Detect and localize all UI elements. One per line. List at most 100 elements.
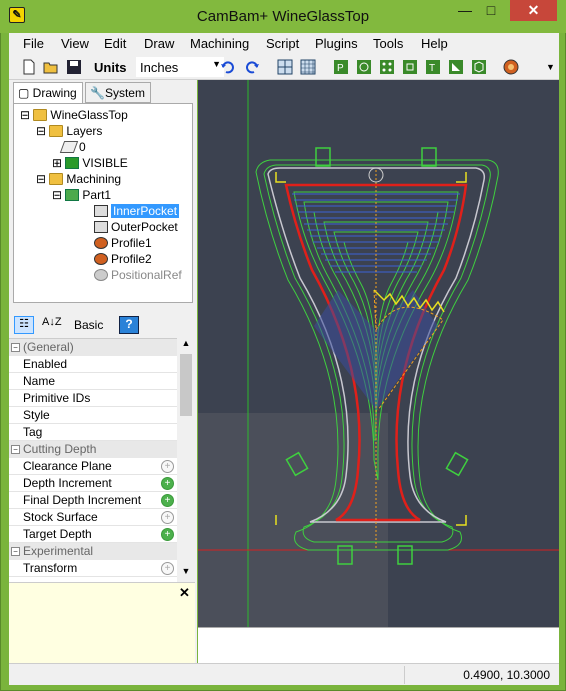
tab-drawing[interactable]: ▢ Drawing: [13, 82, 83, 104]
default-value-icon[interactable]: +: [161, 511, 174, 524]
property-grid: − (General) Enabled Name Primitive IDs St…: [9, 338, 195, 582]
menu-plugins[interactable]: Plugins: [315, 36, 358, 51]
sort-alpha-icon[interactable]: A↓Z: [42, 316, 62, 328]
tree-item-innerpocket[interactable]: InnerPocket: [94, 204, 180, 220]
menu-machining[interactable]: Machining: [190, 36, 249, 51]
prop-target-depth[interactable]: Target Depth +: [9, 526, 179, 543]
basic-button[interactable]: Basic: [74, 318, 103, 332]
cursor-coordinates: 0.4900, 10.3000: [404, 666, 554, 684]
drawing-tree: ⊟ WineGlassTop ⊟ Layers 0 ⊞ VISIBLE ⊟ Ma…: [13, 103, 193, 303]
minimize-button[interactable]: —: [452, 0, 478, 21]
property-help-box: ✕: [9, 582, 195, 663]
tree-item-layer-visible[interactable]: ⊞ VISIBLE: [52, 156, 128, 172]
close-help-icon[interactable]: ✕: [179, 585, 190, 601]
maximize-button[interactable]: □: [478, 0, 504, 21]
units-label: Units: [94, 60, 127, 75]
prop-tag[interactable]: Tag: [9, 424, 179, 441]
help-icon[interactable]: ?: [119, 316, 139, 334]
menu-draw[interactable]: Draw: [144, 36, 174, 51]
tree-item-part1[interactable]: ⊟ Part1: [52, 188, 111, 204]
collapse-icon[interactable]: ⊟: [52, 188, 62, 202]
snap-grid-icon[interactable]: [277, 59, 293, 75]
pocket-icon: [94, 221, 108, 233]
scroll-down-icon[interactable]: ▼: [178, 566, 194, 580]
grid-icon[interactable]: [300, 59, 316, 75]
collapse-icon[interactable]: ⊟: [36, 124, 46, 138]
3d-op-icon[interactable]: [471, 59, 487, 75]
open-folder-icon[interactable]: [43, 59, 59, 75]
prop-stock-surface[interactable]: Stock Surface +: [9, 509, 179, 526]
menu-script[interactable]: Script: [266, 36, 299, 51]
scroll-up-icon[interactable]: ▲: [178, 338, 194, 352]
prop-depth-increment[interactable]: Depth Increment +: [9, 475, 179, 492]
default-value-icon[interactable]: +: [161, 460, 174, 473]
collapse-icon[interactable]: ⊟: [36, 172, 46, 186]
value-set-icon[interactable]: +: [161, 477, 174, 490]
part-icon: [65, 189, 80, 201]
menu-view[interactable]: View: [61, 36, 89, 51]
menu-file[interactable]: File: [23, 36, 44, 51]
save-icon[interactable]: [66, 59, 82, 75]
collapse-icon[interactable]: ⊟: [20, 108, 30, 122]
cam-drawing[interactable]: [198, 80, 559, 627]
prop-clearance-plane[interactable]: Clearance Plane +: [9, 458, 179, 475]
category-general[interactable]: − (General): [9, 339, 179, 356]
menu-tools[interactable]: Tools: [373, 36, 403, 51]
drill-op-icon[interactable]: [379, 59, 395, 75]
folder-icon: [33, 109, 48, 121]
tab-system[interactable]: 🔧System: [85, 82, 151, 103]
tree-item-root[interactable]: ⊟ WineGlassTop: [20, 108, 128, 124]
tree-item-layer-0[interactable]: 0: [59, 140, 86, 156]
property-scrollbar[interactable]: ▲ ▼: [177, 338, 195, 582]
profile-icon: [94, 237, 108, 249]
svg-text:P: P: [337, 63, 344, 74]
collapse-icon[interactable]: −: [11, 547, 20, 556]
toolbar-overflow-icon[interactable]: ▼: [546, 62, 555, 72]
prop-name[interactable]: Name: [9, 373, 179, 390]
prop-transform[interactable]: Transform +: [9, 560, 179, 577]
profile-icon: [94, 253, 108, 265]
default-value-icon[interactable]: +: [161, 562, 174, 575]
tree-item-layers[interactable]: ⊟ Layers: [36, 124, 102, 140]
profile-op-icon[interactable]: P: [333, 59, 349, 75]
message-log: [198, 627, 559, 663]
units-select[interactable]: Inches ▼: [136, 57, 224, 77]
collapse-icon[interactable]: −: [11, 343, 20, 352]
prop-style[interactable]: Style: [9, 407, 179, 424]
tree-item-positionalref[interactable]: PositionalRef: [94, 268, 182, 284]
menu-edit[interactable]: Edit: [104, 36, 126, 51]
layer-icon: [59, 141, 79, 153]
folder-icon: [49, 173, 64, 185]
title-bar[interactable]: ✎ CamBam+ WineGlassTop — □ ✕: [0, 0, 566, 33]
value-set-icon[interactable]: +: [161, 494, 174, 507]
redo-icon[interactable]: [244, 59, 260, 75]
prop-primitive-ids[interactable]: Primitive IDs: [9, 390, 179, 407]
menu-help[interactable]: Help: [421, 36, 448, 51]
pocket-op-icon[interactable]: [356, 59, 372, 75]
prop-enabled[interactable]: Enabled: [9, 356, 179, 373]
undo-icon[interactable]: [220, 59, 236, 75]
pocket-icon: [94, 205, 108, 217]
tree-item-machining[interactable]: ⊟ Machining: [36, 172, 121, 188]
collapse-icon[interactable]: −: [11, 445, 20, 454]
lathe-op-icon[interactable]: [448, 59, 464, 75]
tree-item-profile2[interactable]: Profile2: [94, 252, 152, 268]
close-button[interactable]: ✕: [510, 0, 557, 21]
drawing-tab-icon: ▢: [18, 86, 33, 100]
category-cutting-depth[interactable]: − Cutting Depth: [9, 441, 179, 458]
engrave-op-icon[interactable]: [402, 59, 418, 75]
expand-icon[interactable]: ⊞: [52, 156, 62, 170]
layer-visible-icon: [65, 157, 80, 169]
tree-item-profile1[interactable]: Profile1: [94, 236, 152, 252]
prop-final-depth-increment[interactable]: Final Depth Increment +: [9, 492, 179, 509]
scroll-thumb[interactable]: [180, 354, 192, 416]
new-file-icon[interactable]: [21, 59, 37, 75]
value-set-icon[interactable]: +: [161, 528, 174, 541]
drawing-canvas[interactable]: [198, 80, 559, 627]
units-value: Inches: [140, 60, 179, 75]
text-op-icon[interactable]: T: [425, 59, 441, 75]
tree-item-outerpocket[interactable]: OuterPocket: [94, 220, 178, 236]
gcode-icon[interactable]: [503, 59, 519, 75]
category-experimental[interactable]: − Experimental: [9, 543, 179, 560]
categorized-icon[interactable]: ☷: [14, 316, 34, 334]
